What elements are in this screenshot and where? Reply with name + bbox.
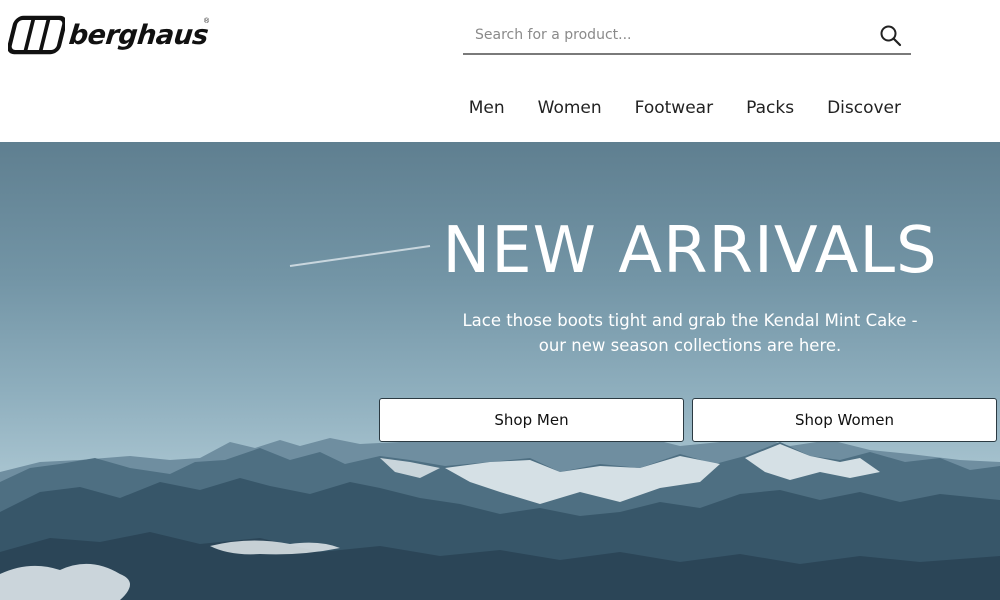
nav-item-men[interactable]: Men [469,98,505,118]
nav-item-women[interactable]: Women [538,98,602,118]
nav-item-discover[interactable]: Discover [827,98,901,118]
search-icon [880,25,902,47]
search-bar [463,17,911,55]
shop-men-button[interactable]: Shop Men [379,398,684,442]
main-nav: Men Women Footwear Packs Discover [469,98,901,118]
logo-mark-icon [8,15,65,55]
search-input[interactable] [463,17,863,53]
hero-banner: NEW ARRIVALS Lace those boots tight and … [0,142,1000,600]
mountain-landscape-image [0,245,1000,600]
search-button[interactable] [877,22,905,50]
shop-women-button[interactable]: Shop Women [692,398,997,442]
nav-item-footwear[interactable]: Footwear [635,98,713,118]
hero-subtitle: Lace those boots tight and grab the Kend… [440,308,940,358]
hero-subtitle-line: our new season collections are here. [538,336,842,355]
hero-title: NEW ARRIVALS [442,214,938,288]
berghaus-logo[interactable]: berghaus ® [8,12,210,58]
hero-subtitle-line: Lace those boots tight and grab the Kend… [462,311,918,330]
nav-item-packs[interactable]: Packs [746,98,794,118]
registered-mark: ® [204,18,210,25]
brand-wordmark: berghaus [67,19,210,51]
site-header: berghaus ® Men Women Footwear Packs Disc… [0,0,1000,142]
